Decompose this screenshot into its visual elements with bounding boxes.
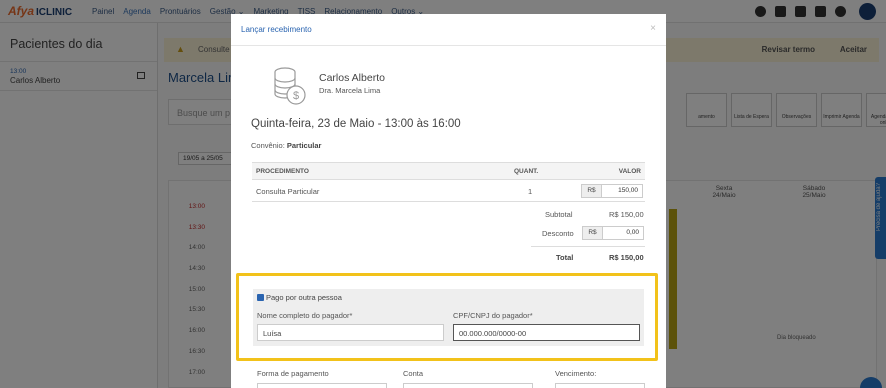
paid-by-other-label[interactable]: Pago por outra pessoa bbox=[266, 293, 342, 302]
procedures-table: PROCEDIMENTO QUANT. VALOR Consulta Parti… bbox=[252, 162, 645, 202]
convenio: Convênio: Particular bbox=[251, 141, 321, 150]
appointment-date: Quinta-feira, 23 de Maio - 13:00 às 16:0… bbox=[251, 118, 461, 130]
discount-input[interactable]: R$ 0,00 bbox=[582, 226, 644, 240]
due-date-label: Vencimento: bbox=[555, 369, 597, 378]
divider bbox=[531, 246, 645, 247]
payment-method-label: Forma de pagamento bbox=[257, 369, 329, 378]
receive-payment-modal: Lançar recebimento × $ Carlos Alberto Dr… bbox=[231, 14, 666, 388]
currency-prefix: R$ bbox=[583, 227, 603, 239]
total-label: Total bbox=[556, 253, 574, 262]
account-select[interactable] bbox=[403, 383, 533, 388]
payer-doc-label: CPF/CNPJ do pagador* bbox=[453, 311, 533, 320]
table-header: PROCEDIMENTO QUANT. VALOR bbox=[252, 162, 645, 180]
convenio-label: Convênio: bbox=[251, 141, 285, 150]
discount-label: Desconto bbox=[542, 229, 574, 238]
patient-name: Carlos Alberto bbox=[319, 72, 385, 84]
payer-section: Pago por outra pessoa Nome completo do p… bbox=[253, 289, 644, 346]
svg-text:$: $ bbox=[293, 90, 299, 102]
account-label: Conta bbox=[403, 369, 424, 378]
discount-field[interactable]: 0,00 bbox=[603, 227, 643, 239]
due-date-input[interactable] bbox=[555, 383, 645, 388]
procedure-name: Consulta Particular bbox=[256, 187, 320, 196]
payer-name-label: Nome completo do pagador* bbox=[257, 311, 353, 320]
payment-method-select[interactable] bbox=[257, 383, 387, 388]
col-procedure: PROCEDIMENTO bbox=[256, 168, 309, 175]
subtotal-label: Subtotal bbox=[545, 210, 573, 219]
procedure-value-input[interactable]: R$ 150,00 bbox=[581, 184, 643, 198]
currency-prefix: R$ bbox=[582, 185, 602, 197]
paid-by-other-checkbox[interactable] bbox=[257, 294, 264, 301]
convenio-value: Particular bbox=[286, 141, 322, 150]
procedure-quantity: 1 bbox=[528, 187, 533, 196]
modal-header: Lançar recebimento × bbox=[231, 14, 666, 46]
subtotal-value: R$ 150,00 bbox=[609, 210, 644, 219]
col-value: VALOR bbox=[618, 168, 641, 175]
modal-title: Lançar recebimento bbox=[241, 25, 312, 34]
close-icon[interactable]: × bbox=[650, 23, 656, 34]
doctor-name: Dra. Marcela Lima bbox=[319, 86, 381, 95]
payer-name-input[interactable]: Luísa bbox=[257, 324, 444, 341]
total-value: R$ 150,00 bbox=[609, 253, 644, 262]
coins-icon: $ bbox=[274, 67, 306, 105]
col-quantity: QUANT. bbox=[514, 168, 539, 175]
value-field[interactable]: 150,00 bbox=[602, 185, 642, 197]
payer-doc-input[interactable]: 00.000.000/0000-00 bbox=[453, 324, 640, 341]
table-row: Consulta Particular 1 R$ 150,00 bbox=[252, 180, 645, 202]
